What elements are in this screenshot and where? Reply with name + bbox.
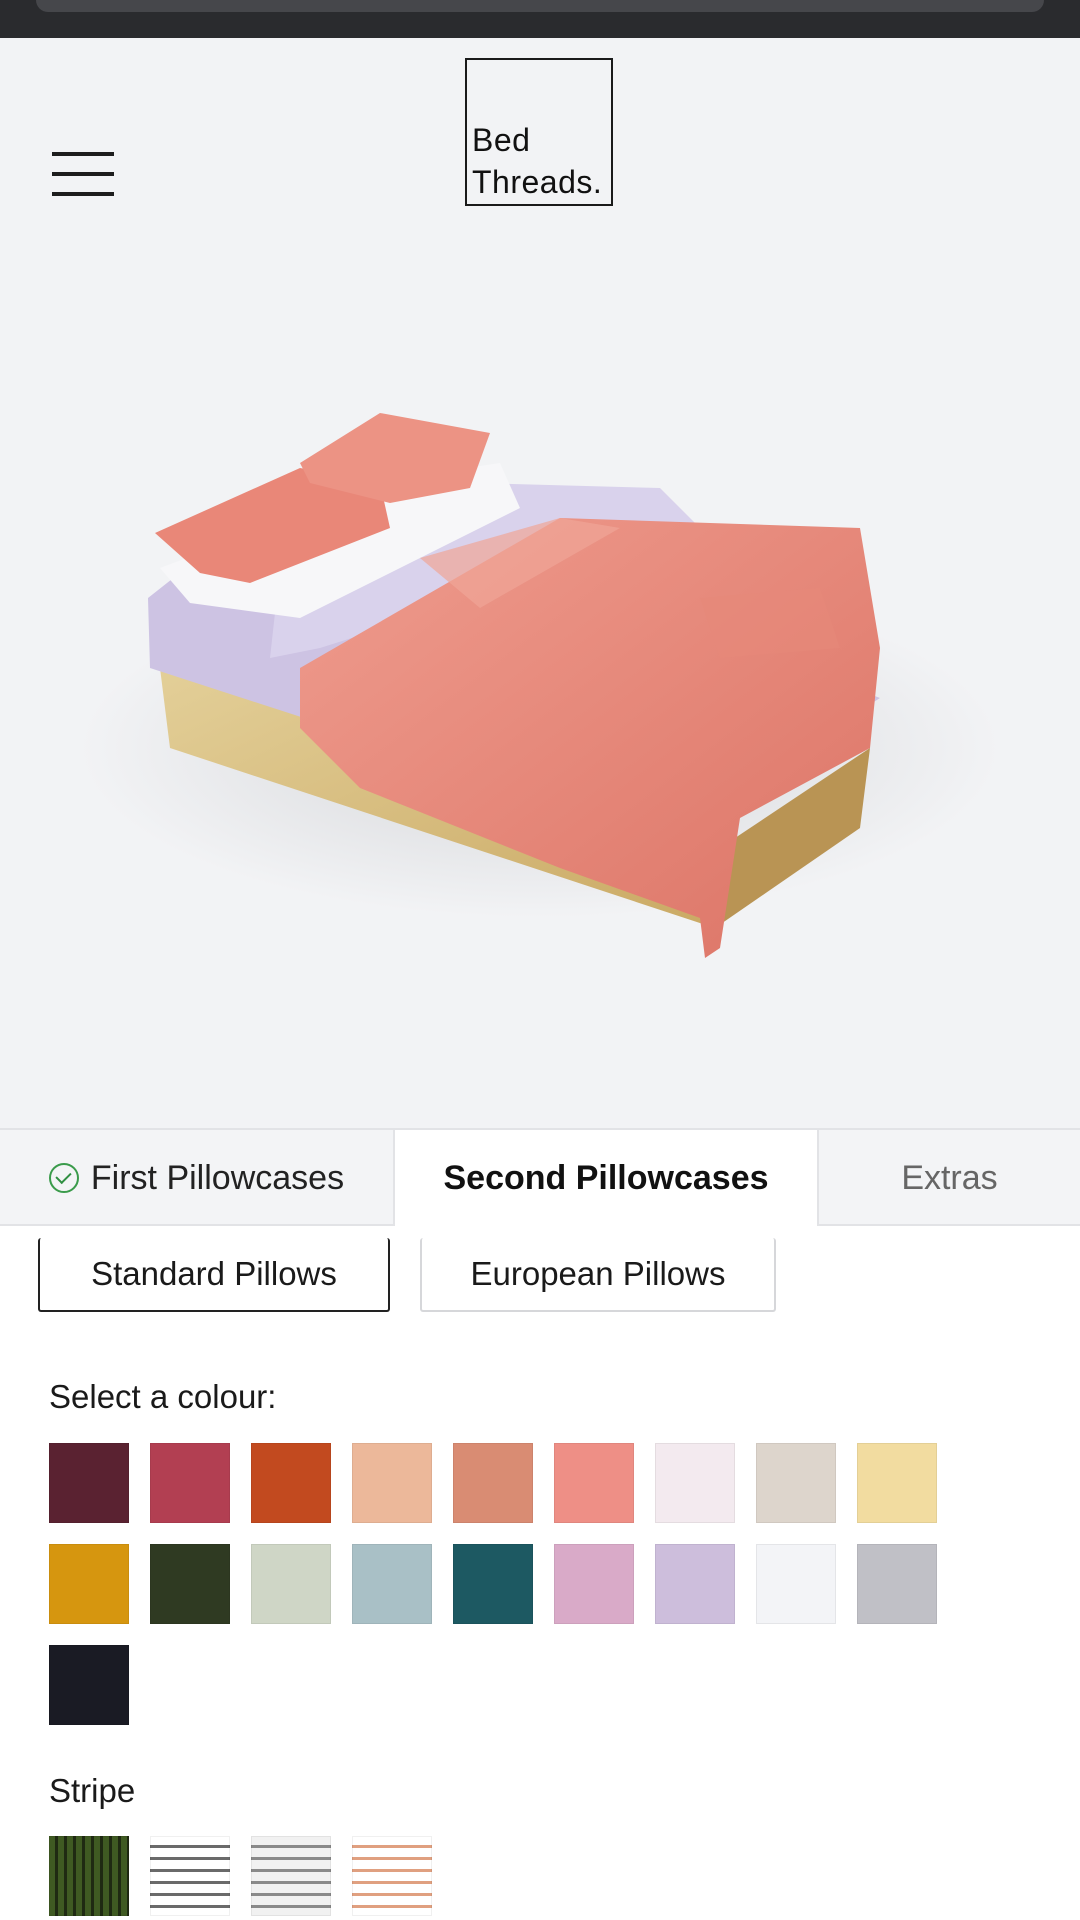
stripe-swatch[interactable] — [251, 1836, 331, 1916]
colour-swatch[interactable] — [49, 1544, 129, 1624]
standard-pillows-button[interactable]: Standard Pillows — [38, 1238, 390, 1312]
product-3d-viewer[interactable] — [0, 228, 1080, 1098]
colour-swatch[interactable] — [453, 1443, 533, 1523]
configurator-tabs: First Pillowcases Second Pillowcases Ext… — [0, 1128, 1080, 1226]
colour-swatch[interactable] — [150, 1443, 230, 1523]
stripe-swatch[interactable] — [49, 1836, 129, 1916]
colour-swatch[interactable] — [49, 1645, 129, 1725]
stripe-swatch[interactable] — [352, 1836, 432, 1916]
stripe-section-label: Stripe — [49, 1772, 136, 1809]
colour-swatch[interactable] — [554, 1443, 634, 1523]
check-circle-icon — [48, 1163, 79, 1193]
colour-swatch[interactable] — [251, 1544, 331, 1624]
tab-extras[interactable]: Extras — [819, 1130, 1080, 1226]
colour-section-label: Select a colour: — [49, 1378, 277, 1415]
brand-logo-line1: Bed — [472, 122, 531, 158]
colour-swatch[interactable] — [857, 1443, 937, 1523]
address-bar-edge — [36, 0, 1044, 12]
tab-extras-label: Extras — [901, 1158, 998, 1197]
tab-second-pillowcases[interactable]: Second Pillowcases — [395, 1130, 819, 1226]
browser-top-bar — [0, 0, 1080, 38]
colour-swatch[interactable] — [150, 1544, 230, 1624]
colour-swatch[interactable] — [453, 1544, 533, 1624]
stripe-swatch[interactable] — [150, 1836, 230, 1916]
tab-first-label: First Pillowcases — [90, 1158, 345, 1197]
tab-second-label: Second Pillowcases — [443, 1158, 769, 1197]
colour-swatch[interactable] — [655, 1443, 735, 1523]
brand-logo[interactable]: Bed Threads. — [465, 58, 613, 206]
colour-swatch[interactable] — [756, 1544, 836, 1624]
european-pillows-button[interactable]: European Pillows — [420, 1238, 776, 1312]
colour-swatch[interactable] — [352, 1544, 432, 1624]
colour-swatch[interactable] — [857, 1544, 937, 1624]
bed-preview-illustration — [80, 413, 1000, 958]
colour-swatch[interactable] — [655, 1544, 735, 1624]
colour-swatch[interactable] — [756, 1443, 836, 1523]
colour-swatch[interactable] — [554, 1544, 634, 1624]
colour-swatch[interactable] — [251, 1443, 331, 1523]
options-panel: Standard Pillows European Pillows Select… — [0, 1226, 1080, 1920]
tab-first-pillowcases[interactable]: First Pillowcases — [0, 1130, 395, 1226]
brand-logo-line2: Threads. — [472, 164, 603, 200]
colour-swatch[interactable] — [49, 1443, 129, 1523]
colour-swatch[interactable] — [352, 1443, 432, 1523]
site-header: Bed Threads. — [0, 38, 1080, 228]
hamburger-menu-icon[interactable] — [52, 150, 114, 200]
